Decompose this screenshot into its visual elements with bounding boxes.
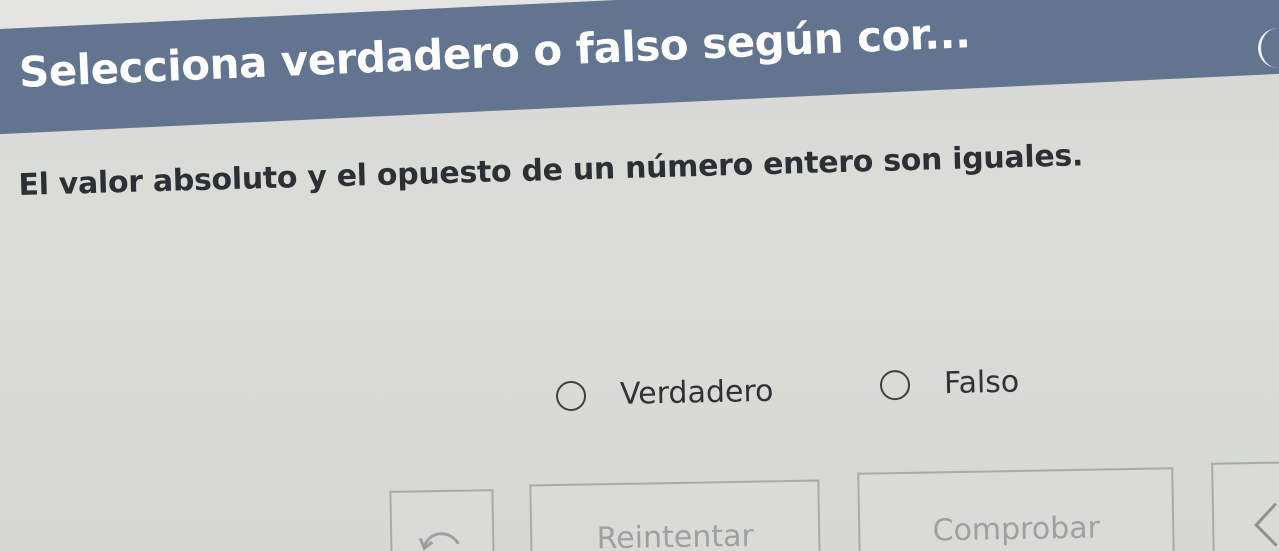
retry-button-label: Reintentar: [596, 518, 755, 551]
check-button-label: Comprobar: [932, 510, 1101, 549]
option-verdadero[interactable]: Verdadero: [555, 373, 774, 414]
retry-button[interactable]: Reintentar: [529, 479, 821, 551]
radio-falso[interactable]: [879, 369, 911, 400]
option-falso[interactable]: Falso: [879, 364, 1020, 403]
quiz-screen: Selecciona verdadero o falso según cor..…: [0, 0, 1279, 551]
option-label-falso: Falso: [943, 364, 1020, 402]
undo-button[interactable]: [389, 489, 495, 551]
chevron-left-icon: [1254, 502, 1278, 547]
undo-arrow-icon: [418, 532, 460, 551]
previous-button[interactable]: [1211, 461, 1279, 551]
check-button[interactable]: Comprobar: [857, 467, 1175, 551]
radio-verdadero[interactable]: [555, 380, 587, 411]
option-label-verdadero: Verdadero: [619, 373, 774, 412]
